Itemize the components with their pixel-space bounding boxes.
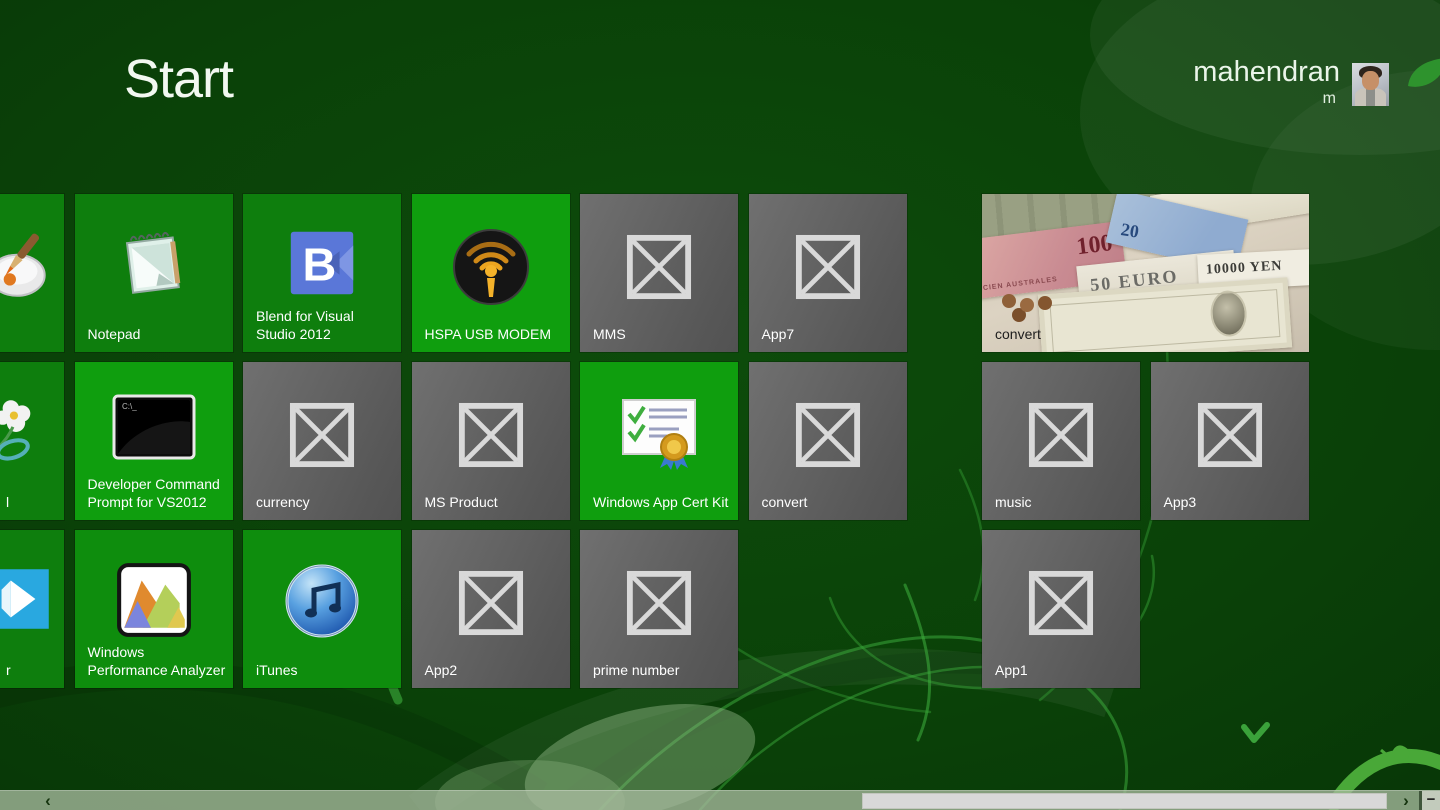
- tile-music[interactable]: music: [982, 362, 1140, 520]
- tile-developer-command-prompt-vs2012[interactable]: C:\_ Developer Command Prompt for VS2012: [74, 362, 233, 520]
- scrollbar-thumb[interactable]: [862, 793, 1387, 809]
- placeholder-x-icon: [626, 234, 692, 305]
- scroll-right-arrow[interactable]: ›: [1391, 791, 1421, 810]
- tile-ms-product[interactable]: MS Product: [411, 362, 570, 520]
- notepad-icon: [114, 224, 194, 309]
- user-name: mahendran: [1193, 56, 1340, 88]
- placeholder-x-icon: [795, 402, 861, 473]
- tile-partial-app-row3[interactable]: r: [0, 530, 64, 688]
- tile-currency[interactable]: currency: [243, 362, 401, 520]
- hspa-modem-icon: [448, 224, 534, 315]
- tile-windows-app-cert-kit[interactable]: Windows App Cert Kit: [580, 362, 738, 520]
- console-icon: C:\_: [110, 392, 198, 469]
- placeholder-x-icon: [1197, 402, 1263, 473]
- tile-app2[interactable]: App2: [411, 530, 570, 688]
- tile-label: convert: [761, 494, 808, 510]
- user-tile[interactable]: mahendran m: [1193, 56, 1340, 108]
- tile-label: currency: [256, 494, 310, 510]
- svg-text:B: B: [303, 239, 337, 291]
- tile-label: Notepad: [87, 326, 141, 342]
- horizontal-scrollbar[interactable]: ‹ › −: [0, 790, 1440, 810]
- tile-label: prime number: [593, 662, 680, 678]
- user-secondary-name: m: [1322, 90, 1336, 107]
- tile-convert[interactable]: convert: [748, 362, 907, 520]
- avatar-face: [1362, 71, 1379, 90]
- tile-label: r: [6, 662, 11, 678]
- tile-blend-for-visual-studio-2012[interactable]: B Blend for Visual Studio 2012: [243, 194, 401, 352]
- tile-app7[interactable]: App7: [748, 194, 907, 352]
- placeholder-x-icon: [458, 570, 524, 641]
- tile-app3[interactable]: App3: [1150, 362, 1309, 520]
- blend-icon: B: [283, 224, 361, 307]
- flower-icon: [0, 392, 58, 479]
- itunes-icon: [281, 560, 363, 647]
- tile-label: iTunes: [256, 662, 298, 678]
- scroll-left-arrow[interactable]: ‹: [36, 791, 60, 810]
- tile-partial-app-row1[interactable]: [0, 194, 64, 352]
- coins: [1002, 294, 1016, 308]
- svg-text:C:\_: C:\_: [122, 402, 137, 411]
- mountain-chart-icon: [114, 560, 194, 645]
- page-title: Start: [124, 49, 234, 109]
- tile-label: HSPA USB MODEM: [424, 326, 552, 342]
- placeholder-x-icon: [626, 570, 692, 641]
- tile-prime-number[interactable]: prime number: [580, 530, 738, 688]
- placeholder-x-icon: [289, 402, 355, 473]
- tile-label: MMS: [593, 326, 626, 342]
- tile-partial-app-row2[interactable]: l: [0, 362, 64, 520]
- tile-convert-photo[interactable]: 100 Cien Australes 20 50 EURO 10000 YEN conve…: [982, 194, 1309, 352]
- tile-itunes[interactable]: iTunes: [243, 530, 401, 688]
- tile-windows-performance-analyzer[interactable]: Windows Performance Analyzer: [74, 530, 233, 688]
- tile-label: App7: [761, 326, 795, 342]
- tile-label: Windows Performance Analyzer: [87, 644, 226, 678]
- certificate-icon: [615, 392, 703, 479]
- tile-mms[interactable]: MMS: [580, 194, 738, 352]
- avatar-scarf: [1366, 89, 1375, 106]
- tile-label: App2: [424, 662, 458, 678]
- tile-label: App1: [995, 662, 1028, 678]
- placeholder-x-icon: [795, 234, 861, 305]
- tile-label: App3: [1163, 494, 1197, 510]
- tile-label: MS Product: [424, 494, 498, 510]
- tile-label: music: [995, 494, 1032, 510]
- tile-hspa-usb-modem[interactable]: HSPA USB MODEM: [411, 194, 570, 352]
- bird-icon: [1241, 722, 1270, 743]
- tile-label: Blend for Visual Studio 2012: [256, 308, 354, 342]
- tile-label: convert: [995, 326, 1041, 342]
- placeholder-x-icon: [1028, 570, 1094, 641]
- avatar[interactable]: [1352, 63, 1389, 106]
- visual-studio-icon: [0, 560, 58, 643]
- semantic-zoom-out-button[interactable]: −: [1422, 791, 1440, 810]
- placeholder-x-icon: [458, 402, 524, 473]
- tile-notepad[interactable]: Notepad: [74, 194, 233, 352]
- tile-label: l: [6, 494, 10, 510]
- start-screen: Start mahendran m Notepad B Blend for Visu…: [0, 0, 1440, 810]
- tile-label: Windows App Cert Kit: [593, 494, 729, 510]
- placeholder-x-icon: [1028, 402, 1094, 473]
- tile-label: Developer Command Prompt for VS2012: [87, 476, 220, 510]
- paint-icon: [0, 224, 58, 311]
- tile-app1[interactable]: App1: [982, 530, 1140, 688]
